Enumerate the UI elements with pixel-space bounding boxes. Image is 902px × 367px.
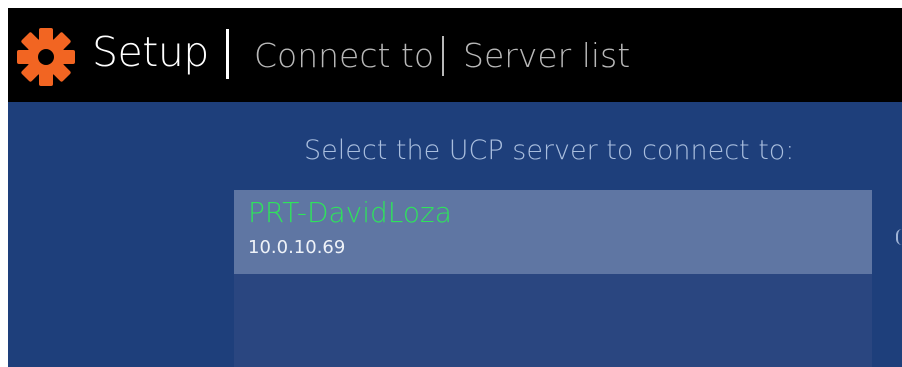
breadcrumb-server-list[interactable]: Server list [463,33,630,79]
breadcrumb-connect-to[interactable]: Connect to [254,33,434,79]
server-name: PRT-DavidLoza [248,196,452,229]
server-list-item[interactable]: PRT-DavidLoza 10.0.10.69 [234,190,872,274]
gear-icon [16,27,76,87]
next-arrow-icon[interactable] [896,229,902,245]
server-list[interactable]: PRT-DavidLoza 10.0.10.69 [234,190,872,367]
main-panel: Select the UCP server to connect to: PRT… [8,102,902,367]
setup-window: Setup Connect to Server list Select the … [8,8,902,367]
server-select-prompt: Select the UCP server to connect to: [304,135,795,166]
page-title: Setup [92,28,209,76]
server-list-empty-area [234,274,872,367]
title-divider [226,29,229,79]
server-address: 10.0.10.69 [248,237,346,258]
header-bar: Setup Connect to Server list [8,8,902,102]
breadcrumb-divider [442,36,444,76]
